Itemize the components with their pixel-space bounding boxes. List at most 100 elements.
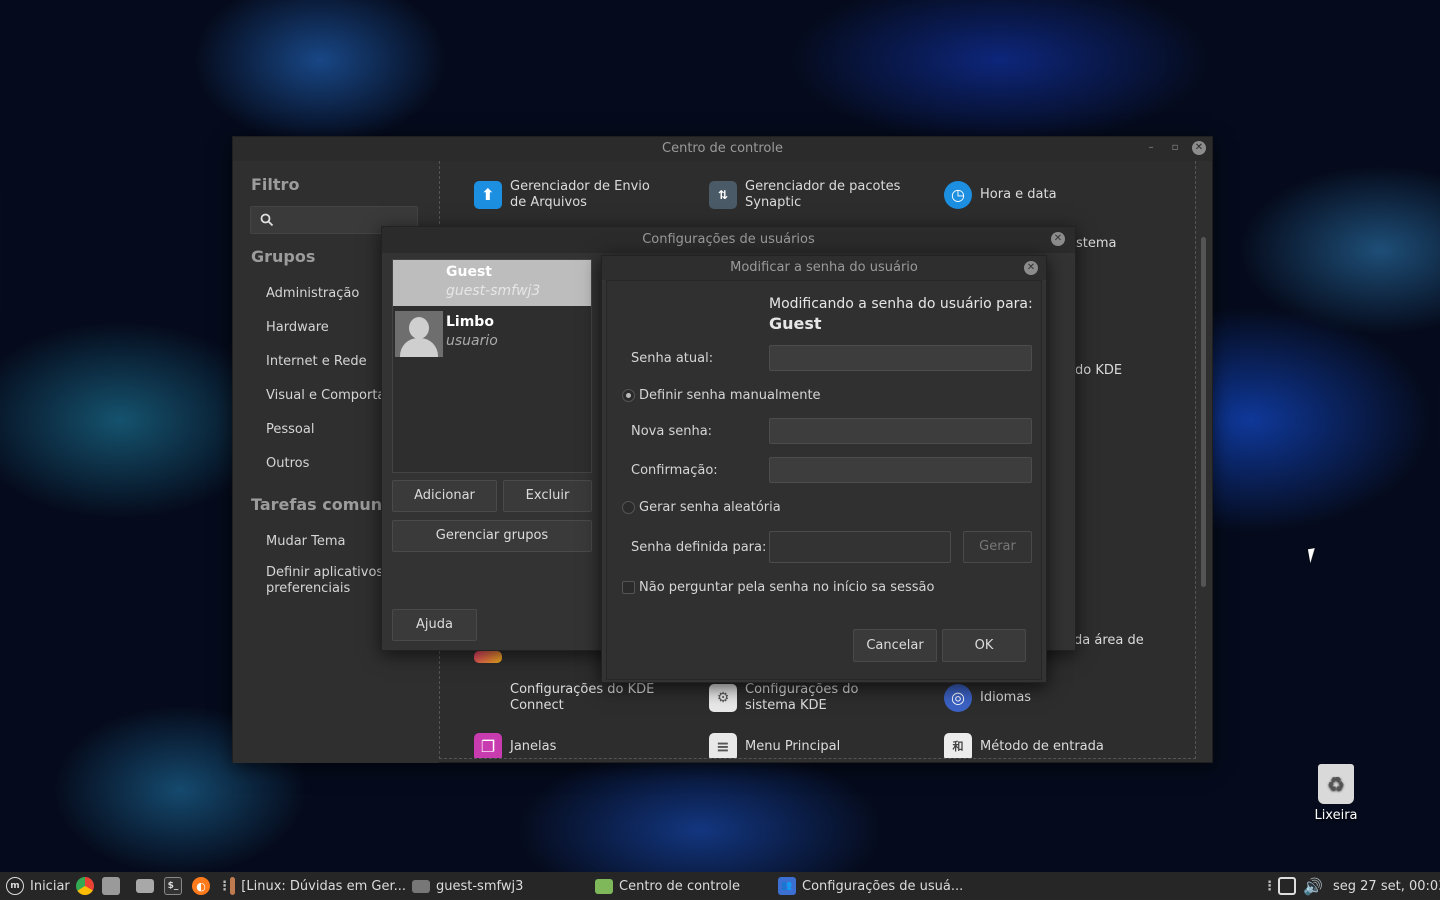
firefox-icon: ◐ (192, 877, 210, 895)
target-username: Guest (769, 314, 822, 333)
content-scrollbar[interactable] (1201, 237, 1206, 587)
mouse-cursor (1307, 546, 1325, 564)
taskbar-window-control-center[interactable]: Centro de controle (595, 872, 740, 900)
avatar (395, 311, 443, 357)
user-row-limbo[interactable]: Limbo usuario (393, 309, 591, 359)
terminal-icon: $_ (164, 877, 182, 895)
launcher-chrome[interactable] (76, 872, 94, 900)
app-input-method[interactable]: 和 Método de entrada (944, 733, 1104, 758)
user-list: Guest guest-smfwj3 Limbo usuario (392, 259, 592, 473)
generated-password-label: Senha definida para: (631, 540, 767, 555)
group-internet[interactable]: Internet e Rede (266, 354, 367, 369)
tray-network[interactable] (1278, 872, 1296, 900)
group-administration[interactable]: Administração (266, 286, 359, 301)
close-icon[interactable]: ✕ (1192, 141, 1206, 155)
task-preferred-apps[interactable]: Definir aplicativos preferenciais (266, 565, 396, 597)
folder-icon (412, 879, 430, 893)
confirm-password-label: Confirmação: (631, 463, 718, 478)
launcher-desktop[interactable] (102, 872, 120, 900)
folder-icon (136, 879, 154, 893)
maximize-icon[interactable]: ▫ (1168, 141, 1182, 155)
tray-volume[interactable]: 🔊 (1303, 872, 1323, 900)
taskbar-window-users[interactable]: 👥 Configurações de usuá... (778, 872, 963, 900)
app-languages[interactable]: ◎ Idiomas (944, 682, 1031, 714)
control-center-titlebar[interactable]: Centro de controle – ▫ ✕ (233, 137, 1212, 161)
app-file-sender[interactable]: ⬆ Gerenciador de Envio de Arquivos (474, 179, 664, 211)
taskbar-window-browser[interactable]: [Linux: Dúvidas em Ger... (230, 872, 406, 900)
task-change-theme[interactable]: Mudar Tema (266, 534, 346, 549)
random-password-label[interactable]: Gerar senha aleatória (639, 500, 781, 515)
users-dialog-titlebar[interactable]: Configurações de usuários ✕ (382, 227, 1075, 253)
new-password-label: Nova senha: (631, 424, 713, 439)
partial-label-system: stema (1076, 236, 1117, 251)
user-row-guest[interactable]: Guest guest-smfwj3 (393, 260, 591, 306)
filter-heading: Filtro (251, 175, 300, 194)
users-dialog-title: Configurações de usuários (642, 232, 815, 247)
tray-grip: ⋮ (1263, 872, 1276, 900)
current-password-label: Senha atual: (631, 351, 714, 366)
windows-icon: ❐ (474, 733, 502, 758)
help-button[interactable]: Ajuda (392, 609, 477, 641)
current-password-input[interactable] (769, 345, 1032, 371)
trash-desktop-icon[interactable]: ♻ Lixeira (1306, 764, 1366, 823)
partial-label-desktop: da área de (1074, 633, 1144, 648)
grip-icon: ⋮ (1263, 878, 1276, 894)
launcher-terminal[interactable]: $_ (164, 872, 182, 900)
manage-groups-button[interactable]: Gerenciar grupos (392, 520, 592, 552)
close-icon[interactable]: ✕ (1051, 232, 1065, 246)
confirm-password-input[interactable] (769, 457, 1032, 483)
keyboard-icon: 和 (944, 733, 972, 758)
package-icon: ⇅ (709, 181, 737, 209)
show-desktop-icon (102, 877, 120, 895)
colors-icon (474, 651, 502, 663)
trash-label: Lixeira (1314, 808, 1358, 823)
network-icon (1278, 877, 1296, 895)
tasks-heading: Tarefas comuns (251, 495, 392, 514)
manual-password-radio[interactable] (622, 389, 635, 402)
globe-icon: ◎ (944, 684, 972, 712)
group-appearance[interactable]: Visual e Comportamento (266, 388, 386, 403)
groups-heading: Grupos (251, 247, 316, 266)
volume-icon: 🔊 (1303, 876, 1323, 896)
close-icon[interactable]: ✕ (1024, 261, 1038, 275)
app-synaptic[interactable]: ⇅ Gerenciador de pacotes Synaptic (709, 179, 909, 211)
group-hardware[interactable]: Hardware (266, 320, 329, 335)
app-kde-system[interactable]: ⚙ Configurações do sistema KDE (709, 682, 909, 714)
app-windows[interactable]: ❐ Janelas (474, 733, 556, 758)
taskbar-window-guest[interactable]: guest-smfwj3 (412, 872, 523, 900)
trash-icon: ♻ (1318, 764, 1354, 804)
taskbar: m Iniciar $_ ◐ ⋮ [Linux: Dúvidas em Ger.… (0, 872, 1440, 900)
mint-logo-icon: m (6, 877, 24, 895)
cancel-button[interactable]: Cancelar (853, 629, 937, 662)
toggles-icon: ⚙ (709, 684, 737, 712)
no-ask-label[interactable]: Não perguntar pela senha no início sa se… (639, 580, 934, 595)
clock-icon: ◷ (944, 181, 972, 209)
browser-window-icon (230, 877, 236, 895)
manual-password-label[interactable]: Definir senha manualmente (639, 388, 821, 403)
new-password-input[interactable] (769, 418, 1032, 444)
partial-label-kde: do KDE (1075, 363, 1123, 378)
launcher-files[interactable] (136, 872, 154, 900)
launcher-firefox[interactable]: ◐ (192, 872, 210, 900)
generate-button[interactable]: Gerar (963, 531, 1032, 563)
password-form: Modificando a senha do usuário para: Gue… (606, 280, 1042, 680)
group-others[interactable]: Outros (266, 456, 309, 471)
app-main-menu[interactable]: ≡ Menu Principal (709, 733, 840, 758)
minimize-icon[interactable]: – (1144, 141, 1158, 155)
add-user-button[interactable]: Adicionar (392, 480, 497, 512)
window-title: Centro de controle (662, 141, 783, 156)
password-dialog-titlebar[interactable]: Modificar a senha do usuário ✕ (602, 256, 1046, 280)
ok-button[interactable]: OK (942, 629, 1026, 662)
start-menu-button[interactable]: m Iniciar (6, 872, 70, 900)
random-password-radio[interactable] (622, 501, 635, 514)
tray-clock[interactable]: seg 27 set, 00:03 (1333, 872, 1440, 900)
users-icon: 👥 (778, 877, 796, 895)
password-dialog-title: Modificar a senha do usuário (730, 260, 918, 275)
delete-user-button[interactable]: Excluir (503, 480, 592, 512)
group-personal[interactable]: Pessoal (266, 422, 314, 437)
no-ask-checkbox[interactable] (622, 581, 635, 594)
app-kde-connect[interactable]: Configurações do KDE Connect (474, 682, 664, 714)
app-time-date[interactable]: ◷ Hora e data (944, 179, 1057, 211)
control-center-icon (595, 878, 613, 894)
password-heading: Modificando a senha do usuário para: (769, 296, 1033, 312)
